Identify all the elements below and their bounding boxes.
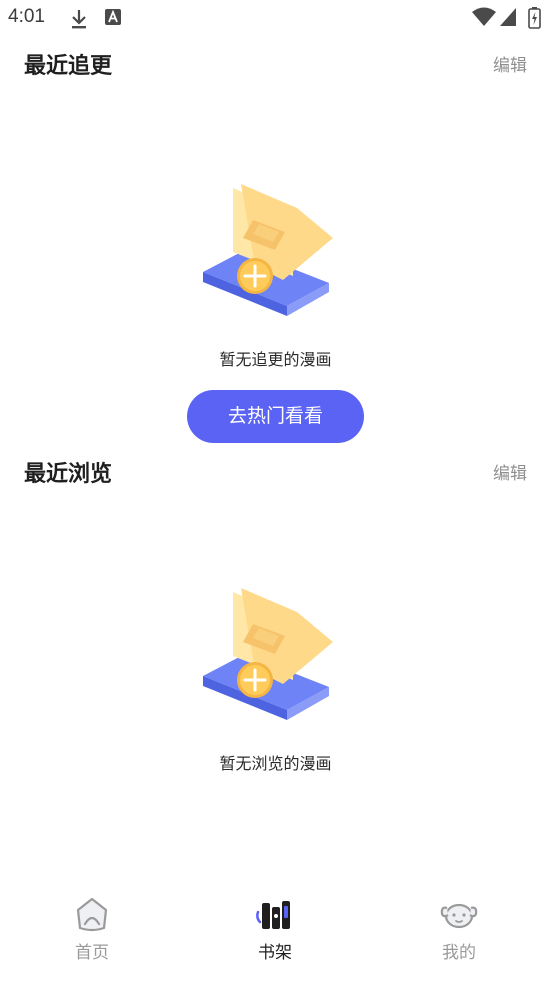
recent-updates-title: 最近追更 [24, 54, 113, 79]
recent-browse-header: 最近浏览 编辑 [0, 456, 551, 492]
tab-profile[interactable]: 我的 [399, 890, 519, 970]
status-time: 4:01 [8, 6, 45, 27]
battery-charging-icon [528, 7, 541, 29]
recent-updates-edit-button[interactable]: 编辑 [493, 51, 527, 76]
wifi-icon [472, 7, 496, 26]
tab-bookshelf[interactable]: 书架 [215, 890, 335, 970]
recent-updates-header: 最近追更 编辑 [0, 48, 551, 84]
recent-browse-title: 最近浏览 [24, 462, 113, 487]
tab-home-label: 首页 [75, 943, 109, 963]
go-popular-button[interactable]: 去热门看看 [187, 390, 364, 443]
bottom-tab-bar: 首页 书架 我的 [0, 880, 551, 981]
status-bar: 4:01 [0, 0, 551, 38]
bookshelf-icon [256, 901, 290, 929]
empty-book-illustration [203, 184, 333, 316]
recent-browse-edit-button[interactable]: 编辑 [493, 459, 527, 484]
recent-updates-empty-text: 暂无追更的漫画 [219, 350, 332, 369]
tab-home[interactable]: 首页 [32, 890, 152, 970]
font-a-icon [105, 9, 121, 25]
empty-book-illustration [203, 588, 333, 720]
home-icon [76, 897, 108, 932]
profile-dog-icon [440, 903, 478, 929]
tab-profile-label: 我的 [442, 943, 476, 963]
cell-signal-icon [500, 8, 516, 26]
recent-browse-empty-text: 暂无浏览的漫画 [219, 754, 332, 773]
download-icon [72, 10, 86, 29]
tab-bookshelf-label: 书架 [258, 943, 292, 963]
